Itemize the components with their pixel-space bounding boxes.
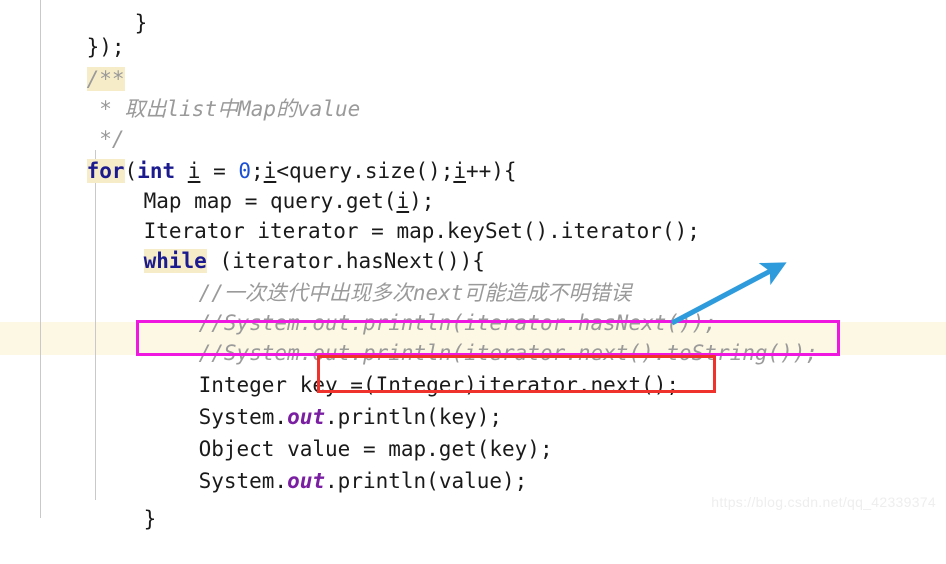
watermark-url: https://blog.csdn.net/qq_42339374 — [711, 494, 936, 510]
code-line-2[interactable]: /** — [0, 34, 946, 91]
code-line-5[interactable]: for(int i = 0;i<query.size();i++){ — [0, 126, 946, 183]
code-line-13[interactable]: System.out.println(key); — [0, 372, 946, 429]
code-line-9[interactable]: //一次迭代中出现多次next可能造成不明错误 — [0, 248, 946, 305]
code-line-12[interactable]: Integer key =(Integer)iterator.next(); — [0, 340, 946, 397]
code-line-3[interactable]: * 取出list中Map的value — [0, 64, 946, 121]
code-line-1[interactable]: }); — [0, 2, 946, 59]
code-line-15[interactable]: System.out.println(value); — [0, 436, 946, 493]
code-line-7[interactable]: Iterator iterator = map.keySet().iterato… — [0, 186, 946, 243]
code-line-11[interactable]: //System.out.println(iterator.next().toS… — [0, 308, 946, 365]
code-line-14[interactable]: Object value = map.get(key); — [0, 404, 946, 461]
code-token-brace: } — [143, 507, 157, 531]
code-line-10[interactable]: //System.out.println(iterator.hasNext())… — [0, 278, 946, 335]
code-line-4[interactable]: */ — [0, 94, 946, 151]
code-line-8[interactable]: while (iterator.hasNext()){ — [0, 216, 946, 273]
code-line-6[interactable]: Map map = query.get(i); — [0, 156, 946, 213]
code-editor-pane[interactable]: } }); /** * 取出list中Map的value */ for(int … — [0, 0, 946, 531]
